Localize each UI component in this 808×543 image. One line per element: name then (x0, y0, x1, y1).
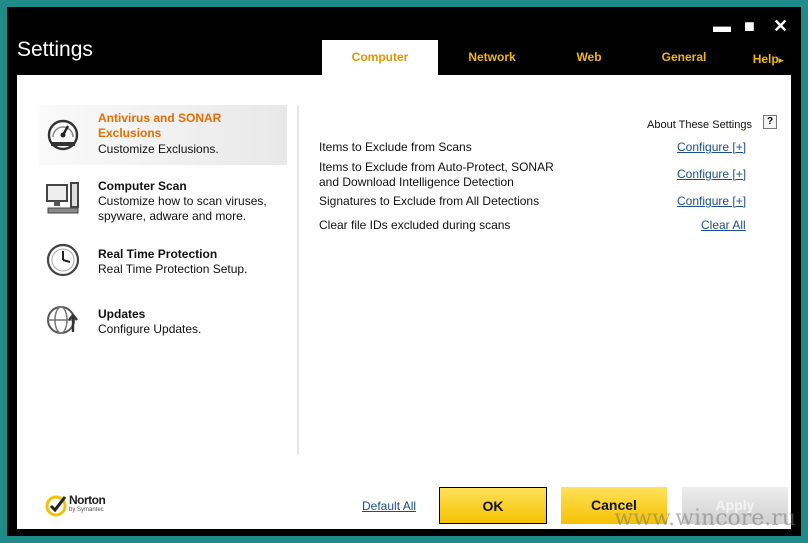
tab-web[interactable]: Web (552, 40, 626, 75)
sidebar-item-computer-scan[interactable]: Computer Scan Customize how to scan viru… (39, 175, 287, 230)
close-icon[interactable]: ✕ (773, 17, 788, 35)
tab-network[interactable]: Network (447, 40, 537, 75)
sidebar-item-title: Antivirus and SONAR Exclusions (98, 111, 222, 140)
brand-name: Norton (69, 493, 106, 507)
brand-subtitle: by Symantec (69, 507, 104, 513)
settings-window: Settings ▬ ■ ✕ Computer Network Web Gene… (7, 7, 801, 536)
setting-label-autoprotect-exclusions: Items to Exclude from Auto-Protect, SONA… (319, 160, 554, 189)
configure-signature-exclusions-link[interactable]: Configure [+] (677, 194, 746, 209)
sidebar-item-antivirus-exclusions[interactable]: Antivirus and SONAR Exclusions Customize… (39, 105, 287, 165)
sidebar-item-desc: Configure Updates. (98, 322, 202, 336)
sidebar-item-title: Real Time Protection (98, 247, 218, 261)
help-label: Help (752, 52, 779, 66)
tab-general[interactable]: General (642, 40, 726, 75)
globe-icon (47, 306, 78, 334)
setting-label-scan-exclusions: Items to Exclude from Scans (319, 140, 472, 154)
settings-panel: Antivirus and SONAR Exclusions Customize… (17, 75, 791, 529)
setting-label-signature-exclusions: Signatures to Exclude from All Detection… (319, 194, 540, 208)
computer-icon (46, 182, 79, 214)
sidebar-item-desc: Customize Exclusions. (98, 142, 219, 156)
help-menu[interactable]: Help▸ (743, 42, 793, 77)
about-help-button[interactable]: ? (763, 115, 777, 129)
sidebar-divider (297, 105, 299, 455)
sidebar-item-title: Updates (98, 307, 146, 321)
configure-autoprotect-exclusions-link[interactable]: Configure [+] (677, 167, 746, 182)
maximize-icon[interactable]: ■ (744, 17, 755, 35)
sidebar-item-updates[interactable]: Updates Configure Updates. (39, 300, 287, 350)
watermark: www.wincore.ru (614, 506, 796, 531)
sidebar-item-real-time-protection[interactable]: Real Time Protection Real Time Protectio… (39, 240, 287, 290)
setting-label-clear-file-ids: Clear file IDs excluded during scans (319, 218, 511, 232)
checkmark-icon (45, 495, 67, 517)
clear-all-link[interactable]: Clear All (701, 218, 746, 233)
ok-button[interactable]: OK (439, 487, 547, 524)
sidebar-item-title: Computer Scan (98, 179, 187, 193)
minimize-icon[interactable]: ▬ (713, 17, 731, 35)
sidebar-item-desc: Real Time Protection Setup. (98, 262, 248, 276)
tab-computer[interactable]: Computer (322, 40, 438, 75)
sidebar-item-desc: Customize how to scan viruses, spyware, … (98, 194, 267, 223)
window-title: Settings (17, 38, 93, 61)
about-settings-label: About These Settings (647, 119, 752, 131)
default-all-link[interactable]: Default All (362, 499, 416, 513)
gauge-icon (47, 119, 79, 151)
configure-scan-exclusions-link[interactable]: Configure [+] (677, 140, 746, 155)
help-arrow-icon: ▸ (778, 55, 784, 65)
clock-icon (46, 243, 80, 277)
